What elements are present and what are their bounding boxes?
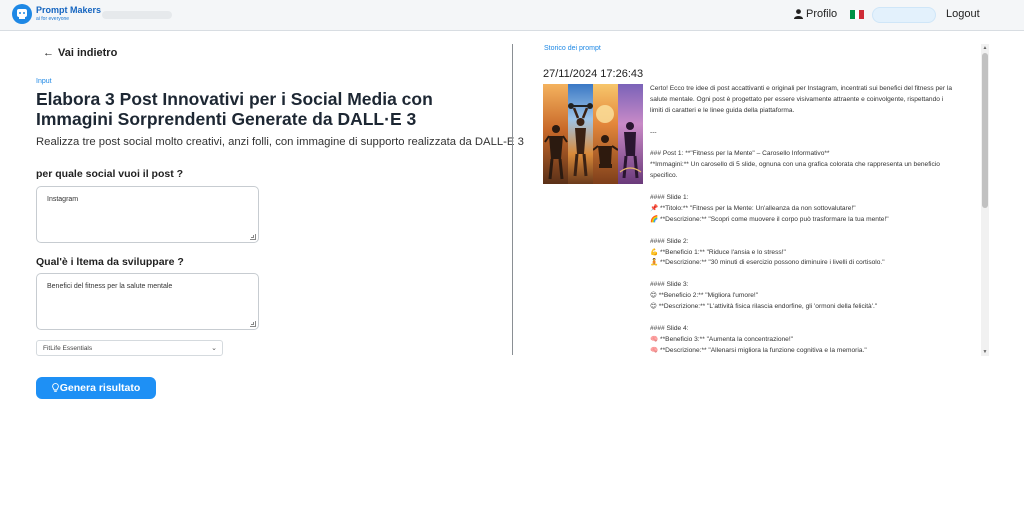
brand-select[interactable]: FitLife Essentials ⌄ xyxy=(36,340,223,356)
brand-tagline: ai for everyone xyxy=(36,16,70,22)
result-line xyxy=(650,269,980,280)
result-line: 💪 **Beneficio 1:** "Riduce l'ansia e lo … xyxy=(650,248,786,256)
image-panel-4 xyxy=(618,84,643,184)
result-line xyxy=(650,117,980,128)
scroll-up-icon[interactable]: ▲ xyxy=(981,44,989,52)
result-line: 😊 **Descrizione:** "L'attività fisica ri… xyxy=(650,303,878,311)
result-line: 🧘 **Descrizione:** "30 minuti di eserciz… xyxy=(650,259,885,267)
image-panel-1 xyxy=(543,84,568,184)
social-textarea-value: Instagram xyxy=(47,196,79,203)
brand-logo[interactable]: Prompt Makers ai for everyone xyxy=(12,4,101,24)
result-line: limiti di caratteri e le linee guida del… xyxy=(650,106,795,114)
italian-flag-icon[interactable] xyxy=(850,10,865,19)
result-line xyxy=(650,182,980,193)
result-line: **Immagini:** Un carosello di 5 slide, o… xyxy=(650,161,940,169)
logo-icon xyxy=(12,4,32,24)
topic-textarea[interactable]: Benefici del fitness per la salute menta… xyxy=(36,273,259,330)
history-scrollbar[interactable]: ▲ ▼ xyxy=(981,44,989,356)
brand-name: Prompt Makers xyxy=(36,5,102,15)
result-line: 🌈 **Descrizione:** "Scopri come muovere … xyxy=(650,215,889,223)
result-line: ### Post 1: **"Fitness per la Mente" – C… xyxy=(650,150,830,158)
result-line: #### Slide 2: xyxy=(650,237,689,245)
page-title: Elabora 3 Post Innovativi per i Social M… xyxy=(36,89,433,129)
result-line: --- xyxy=(650,128,657,136)
topic-textarea-value: Benefici del fitness per la salute menta… xyxy=(47,283,173,290)
scrollbar-thumb[interactable] xyxy=(982,53,988,208)
result-line: #### Slide 3: xyxy=(650,281,689,289)
result-line xyxy=(650,139,980,150)
lightbulb-icon xyxy=(51,383,59,392)
brand-select-value: FitLife Essentials xyxy=(43,345,93,352)
generate-button[interactable]: Genera risultato xyxy=(36,377,156,399)
resize-handle-icon[interactable] xyxy=(250,321,256,327)
back-label: Vai indietro xyxy=(58,47,118,59)
logout-link[interactable]: Logout xyxy=(946,8,980,20)
result-line: salute mentale. Ogni post è progettato p… xyxy=(650,95,944,103)
top-navbar: Prompt Makers ai for everyone Profilo Lo… xyxy=(0,0,1024,31)
result-line xyxy=(650,313,980,324)
result-line: 📌 **Titolo:** "Fitness per la Mente: Un'… xyxy=(650,204,856,212)
image-panel-2 xyxy=(568,84,593,184)
input-section-label: Input xyxy=(36,78,52,85)
profile-label: Profilo xyxy=(806,8,838,20)
question-topic-label: Qual'è i ltema da sviluppare ? xyxy=(36,256,184,268)
flag-stripe-red xyxy=(859,10,865,19)
history-panel[interactable]: Storico dei prompt 27/11/2024 17:26:43 C… xyxy=(543,44,989,356)
result-line: 🧠 **Descrizione:** "Allenarsi migliora l… xyxy=(650,346,867,354)
column-divider xyxy=(512,44,513,355)
user-icon xyxy=(794,9,803,19)
profile-link[interactable]: Profilo xyxy=(794,8,837,20)
result-line xyxy=(650,226,980,237)
result-line: Certo! Ecco tre idee di post accattivant… xyxy=(650,85,952,92)
result-line: 🧠 **Beneficio 3:** "Aumenta la concentra… xyxy=(650,335,794,343)
back-link[interactable]: ← Vai indietro xyxy=(43,47,117,59)
social-textarea[interactable]: Instagram xyxy=(36,186,259,243)
question-social-label: per quale social vuoi il post ? xyxy=(36,168,184,180)
history-timestamp: 27/11/2024 17:26:43 xyxy=(543,68,644,80)
page-description: Realizza tre post social molto creativi,… xyxy=(36,136,524,148)
result-line: specifico. xyxy=(650,172,678,180)
blurred-nav-item xyxy=(102,11,172,19)
credits-badge xyxy=(872,7,936,23)
chevron-down-icon: ⌄ xyxy=(211,345,217,352)
arrow-left-icon: ← xyxy=(43,47,54,59)
scroll-down-icon[interactable]: ▼ xyxy=(981,348,989,356)
history-label: Storico dei prompt xyxy=(544,45,601,52)
generate-label: Genera risultato xyxy=(59,382,141,394)
result-line: #### Slide 1: xyxy=(650,194,689,202)
result-line: #### Slide 4: xyxy=(650,324,689,332)
result-line: 😊 **Beneficio 2:** "Migliora l'umore!" xyxy=(650,292,759,300)
resize-handle-icon[interactable] xyxy=(250,234,256,240)
result-text: Certo! Ecco tre idee di post accattivant… xyxy=(650,84,980,356)
image-panel-3 xyxy=(593,84,618,184)
generated-image-thumbnail[interactable] xyxy=(543,84,643,184)
